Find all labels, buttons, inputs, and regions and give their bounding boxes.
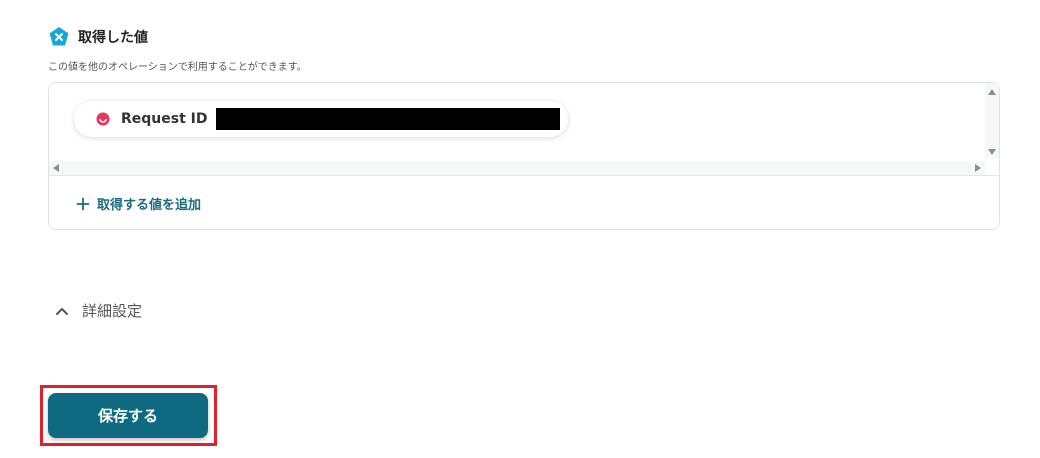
value-chip[interactable]: Request ID [74, 101, 568, 137]
add-value-button[interactable]: 取得する値を追加 [76, 194, 201, 213]
save-button[interactable]: 保存する [48, 393, 208, 438]
divider [49, 175, 999, 176]
value-chip-label: Request ID [121, 111, 208, 127]
plus-icon [76, 197, 90, 210]
section-header: 取得した値 [48, 26, 148, 48]
value-chip-redacted-value [215, 108, 560, 130]
scroll-right-icon[interactable] [975, 164, 981, 172]
chevron-up-icon [56, 307, 68, 315]
page: 取得した値 この値を他のオペレーションで利用することができます。 Request… [0, 0, 1040, 458]
scroll-up-icon[interactable] [988, 89, 996, 95]
app-logo-icon [96, 112, 110, 126]
fetched-values-box: Request ID 取得する値を追加 [48, 82, 1000, 230]
advanced-settings-label: 詳細設定 [82, 302, 143, 320]
scroll-left-icon[interactable] [53, 164, 59, 172]
section-description: この値を他のオペレーションで利用することができます。 [48, 62, 307, 73]
advanced-settings-toggle[interactable]: 詳細設定 [54, 300, 142, 321]
horizontal-scrollbar[interactable] [49, 161, 985, 175]
x-badge-icon [49, 27, 69, 46]
add-value-label: 取得する値を追加 [97, 198, 202, 213]
vertical-scrollbar[interactable] [985, 83, 999, 159]
scroll-down-icon[interactable] [988, 149, 996, 155]
values-scroll-area: Request ID [49, 83, 985, 159]
section-title: 取得した値 [78, 30, 148, 46]
